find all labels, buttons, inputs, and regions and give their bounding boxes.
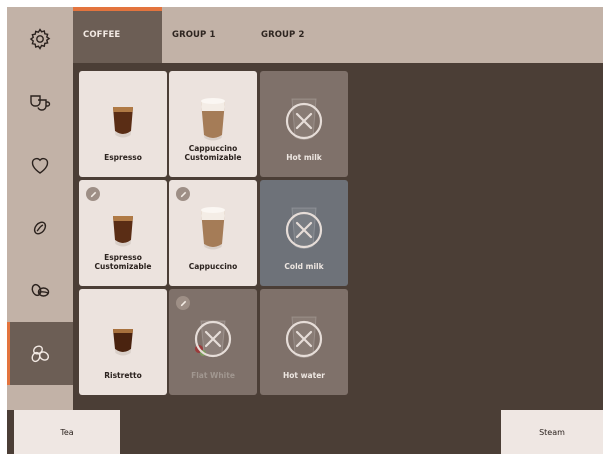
steam-button[interactable]: Steam [501, 410, 603, 454]
two-beans-icon [31, 283, 50, 297]
cups-icon [30, 94, 51, 111]
edit-pencil-icon[interactable] [176, 296, 190, 310]
three-beans-icon [31, 344, 50, 362]
steam-button-label: Steam [539, 427, 565, 437]
drink-card-hot-milk: Hot milk [260, 71, 348, 177]
drink-card-cappuccino-customizable[interactable]: Cappuccino Customizable [169, 71, 257, 177]
drink-label: Espresso [104, 153, 142, 162]
sidebar-item-settings[interactable] [7, 7, 73, 70]
cup-icon [103, 93, 143, 143]
edit-pencil-icon[interactable] [86, 187, 100, 201]
sidebar-item-bean[interactable] [7, 196, 73, 259]
drink-label: Hot water [283, 371, 325, 380]
cup-icon [193, 93, 233, 143]
sidebar-item-two-beans[interactable] [7, 259, 73, 322]
cup-icon [103, 311, 143, 361]
drink-label: Cappuccino Customizable [184, 144, 242, 162]
drink-label: Hot milk [286, 153, 322, 162]
unavailable-icon [284, 319, 324, 359]
unavailable-icon [284, 210, 324, 250]
tab-label: COFFEE [83, 30, 121, 40]
cup-icon [103, 202, 143, 252]
coffee-bean-icon [33, 221, 47, 234]
gear-icon [29, 27, 51, 50]
drink-card-hot-water: Hot water [260, 289, 348, 395]
drink-card-flat-white: Flat White [169, 289, 257, 395]
tab-label: GROUP 2 [261, 30, 305, 40]
drink-label: Cold milk [284, 262, 324, 271]
coffee-machine-app: COFFEE GROUP 1 GROUP 2 Espresso Cappuccin… [7, 7, 603, 454]
unavailable-icon [284, 101, 324, 141]
drink-card-ristretto[interactable]: Ristretto [79, 289, 167, 395]
tab-bar: COFFEE GROUP 1 GROUP 2 [73, 7, 603, 63]
tea-button[interactable]: Tea [14, 410, 120, 454]
sidebar [7, 7, 73, 410]
cup-icon [193, 202, 233, 252]
tab-group-2[interactable]: GROUP 2 [251, 7, 340, 63]
drink-label: Espresso Customizable [94, 253, 152, 271]
tea-button-label: Tea [60, 427, 74, 437]
drink-label: Cappuccino [188, 262, 238, 271]
drink-card-espresso-customizable[interactable]: Espresso Customizable [79, 180, 167, 286]
heart-icon [31, 157, 49, 174]
sidebar-item-three-beans[interactable] [7, 322, 73, 385]
drink-card-cold-milk: Cold milk [260, 180, 348, 286]
drink-card-espresso[interactable]: Espresso [79, 71, 167, 177]
tab-coffee[interactable]: COFFEE [73, 7, 162, 63]
sidebar-item-cups[interactable] [7, 70, 73, 133]
tab-group-1[interactable]: GROUP 1 [162, 7, 251, 63]
edit-pencil-icon[interactable] [176, 187, 190, 201]
sidebar-item-favorites[interactable] [7, 133, 73, 196]
drink-label: Ristretto [104, 371, 142, 380]
drink-label: Flat White [191, 371, 235, 380]
drink-card-cappuccino[interactable]: Cappuccino [169, 180, 257, 286]
tab-label: GROUP 1 [172, 30, 216, 40]
unavailable-icon [193, 319, 233, 359]
